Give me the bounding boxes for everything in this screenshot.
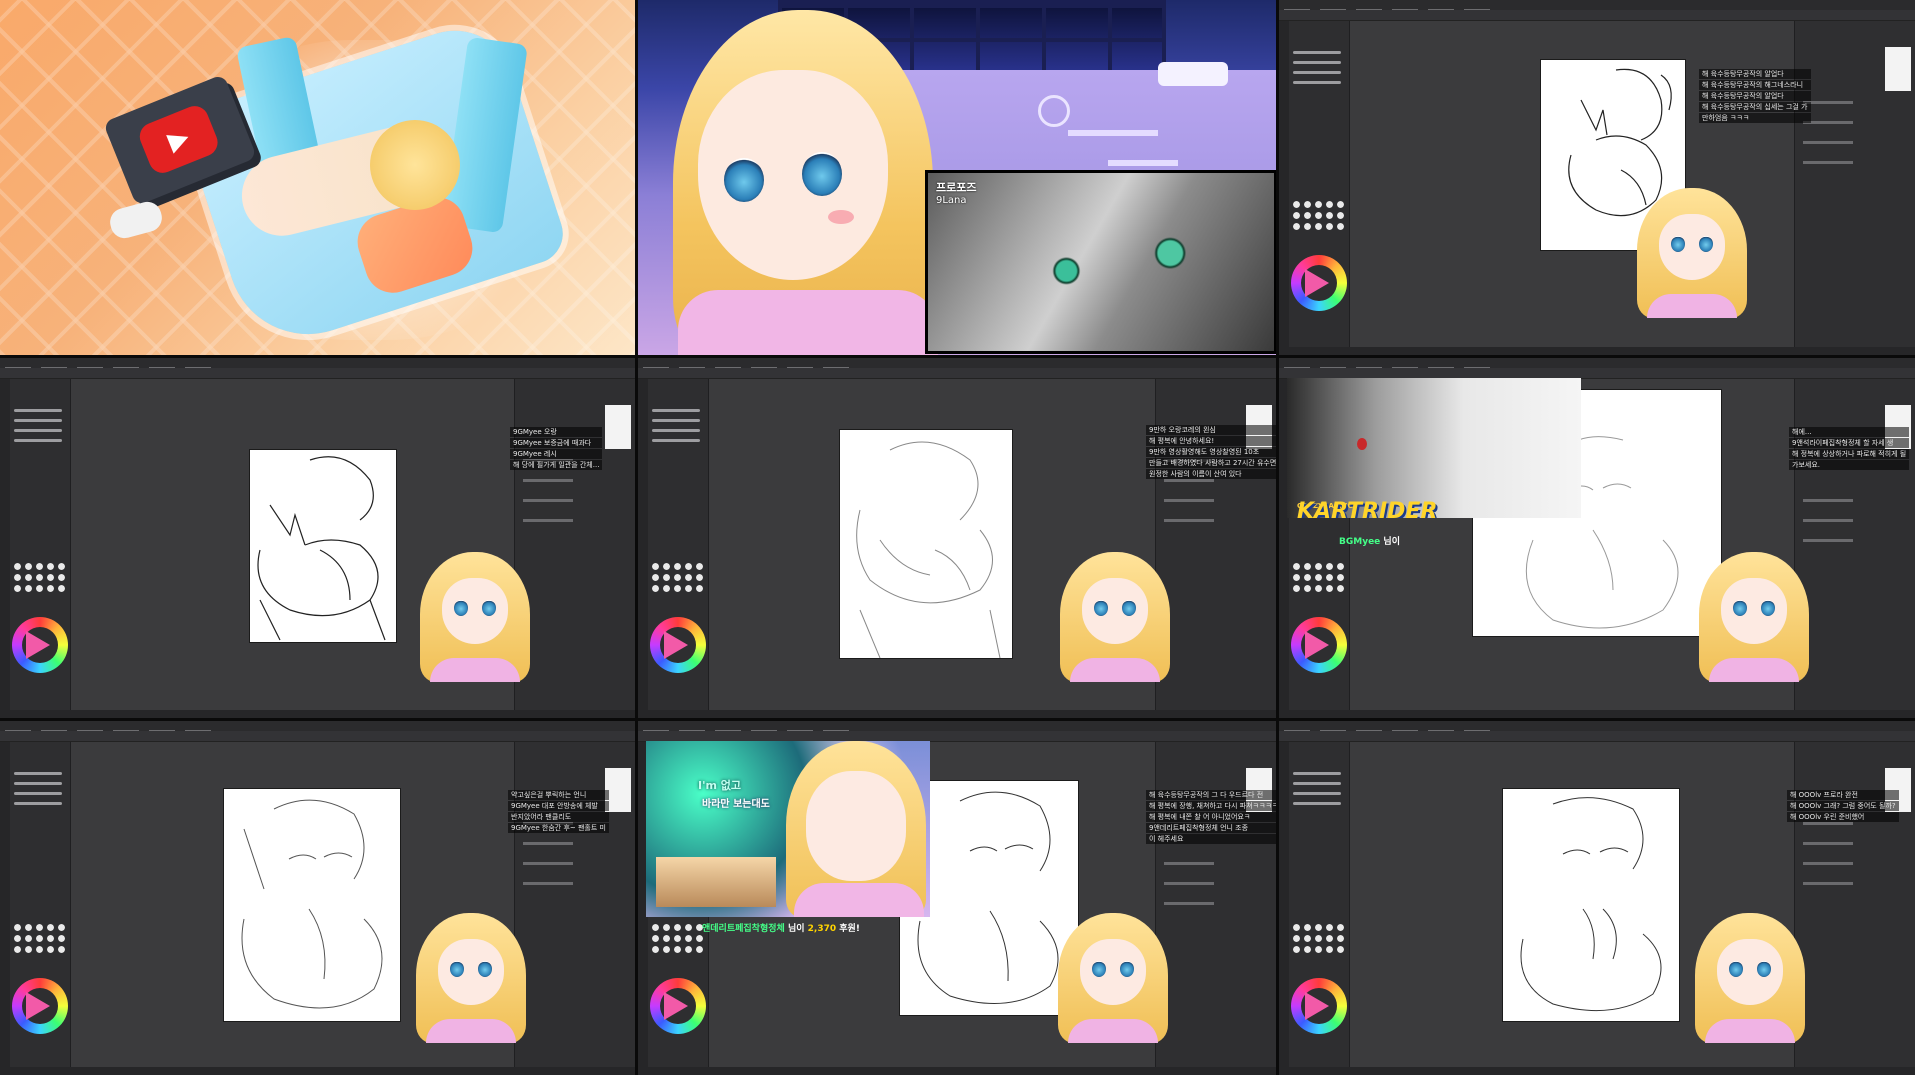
brush-size-dots[interactable] [1291, 922, 1347, 956]
brush-panel [1279, 21, 1350, 355]
chat-overlay: 해 OOOlv 프로라 완전 해 OOOlv 그래? 그럼 중어도 될까? 해 … [1787, 789, 1899, 823]
music-video-overlay: I'm 없고 바라만 보는대도 [646, 741, 930, 917]
tile-clipstudio-9: 해 OOOlv 프로라 완전 해 OOOlv 그래? 그럼 중어도 될까? 해 … [1279, 721, 1915, 1075]
navigator-thumbnail [1885, 47, 1911, 91]
tile-clipstudio-4: 9GMyee 오랑 9GMyee 보증금에 때과다 9GMyee 레시 해 당에… [0, 358, 635, 718]
vtuber-avatar [416, 913, 526, 1043]
chat-overlay: 해에... 9앤석라이페집착형정체 할 자세 생 해 정복에 상상하거나 파로해… [1789, 426, 1910, 471]
layer-panel [1794, 21, 1915, 355]
tile-clipstudio-3: 해 육수등탕무공작의 알업다 해 육수등탕무공작의 해그네스라니 해 육수등탕무… [1279, 0, 1915, 355]
chat-overlay: 9만하 오랑코레의 왼심 해 평복에 안녕하세요! 9만하 영상활영해도 영상찰… [1146, 424, 1276, 480]
tile-clipstudio-6: CRAZYRACING KARTRIDER BGMyee 님이 해에... 9앤… [1279, 358, 1915, 718]
tile-clipstudio-7: 약고싶은걸 뿌릭하는 언니 9GMyee 대포 안방송에 체발 반지았어라 팬클… [0, 721, 635, 1075]
brush-size-dots[interactable] [12, 561, 68, 595]
youtube-logo-icon: ▶ [135, 101, 222, 178]
stream-highlights-grid: ▶ 프로포즈 9Lana 해 육수등탕무공작의 알업다 해 육수등탕무공작의 해… [0, 0, 1915, 1075]
tile-clipstudio-8: I'm 없고 바라만 보는대도 앤데리트페집착형정체 님이 2,370 후원! … [638, 721, 1276, 1075]
vtuber-avatar [1699, 552, 1809, 682]
donation-alert: 앤데리트페집착형정체 님이 2,370 후원! [702, 924, 860, 934]
chat-overlay: 9GMyee 오랑 9GMyee 보증금에 때과다 9GMyee 레시 해 당에… [510, 426, 603, 471]
brush-panel [0, 742, 71, 1075]
chat-overlay: 약고싶은걸 뿌릭하는 언니 9GMyee 대포 안방송에 체발 반지았어라 팬클… [508, 789, 609, 834]
donation-alert: BGMyee 님이 [1339, 537, 1400, 547]
kartrider-logo: KARTRIDER [1297, 499, 1438, 518]
drawing-canvas[interactable] [840, 430, 1012, 658]
navigator-thumbnail [605, 405, 631, 449]
air-conditioner [1158, 62, 1228, 86]
vtuber-avatar [1637, 188, 1747, 318]
play-icon [1305, 992, 1329, 1020]
drawing-canvas[interactable] [250, 450, 396, 642]
clock-icon [1038, 95, 1070, 127]
brush-size-dots[interactable] [650, 922, 706, 956]
drawing-canvas[interactable] [1503, 789, 1679, 1021]
brush-size-dots[interactable] [12, 922, 68, 956]
brush-size-dots[interactable] [650, 561, 706, 595]
vtuber-avatar [1060, 552, 1170, 682]
video-lyric-2: 바라만 보는대도 [702, 799, 770, 810]
vtuber-avatar [1058, 913, 1168, 1043]
brush-panel [638, 379, 709, 718]
kartrider-video: CRAZYRACING KARTRIDER [1287, 378, 1581, 518]
play-icon [664, 992, 688, 1020]
popup-sub: 9Lana [936, 195, 967, 206]
brush-size-dots[interactable] [1291, 561, 1347, 595]
vtuber-face [698, 70, 888, 280]
alert-popup: 프로포즈 9Lana [925, 170, 1276, 354]
play-icon [1305, 631, 1329, 659]
tile-clipstudio-5: 9만하 오랑코레의 왼심 해 평복에 안녕하세요! 9만하 영상활영해도 영상찰… [638, 358, 1276, 718]
play-icon [1305, 269, 1329, 297]
tile-illustration: ▶ [0, 0, 635, 355]
brush-size-dots[interactable] [1291, 199, 1347, 233]
play-icon [26, 631, 50, 659]
video-lyric-1: I'm 없고 [698, 779, 741, 792]
brush-panel [1279, 742, 1350, 1075]
vtuber-avatar [1695, 913, 1805, 1043]
play-icon [26, 992, 50, 1020]
brush-panel [0, 379, 71, 718]
play-icon [664, 631, 688, 659]
vtuber-avatar [420, 552, 530, 682]
chat-overlay: 해 육수등탕무공작의 알업다 해 육수등탕무공작의 해그네스라니 해 육수등탕무… [1699, 68, 1811, 124]
tile-room-vtuber: 프로포즈 9Lana [638, 0, 1276, 355]
drawing-canvas[interactable] [224, 789, 400, 1021]
character-hair [370, 120, 460, 210]
popup-label: 프로포즈 [936, 181, 977, 194]
chat-overlay: 해 육수등탕무공작의 그 다 우드르다 전 해 평복에 장행, 채쳐하고 다시 … [1146, 789, 1276, 845]
